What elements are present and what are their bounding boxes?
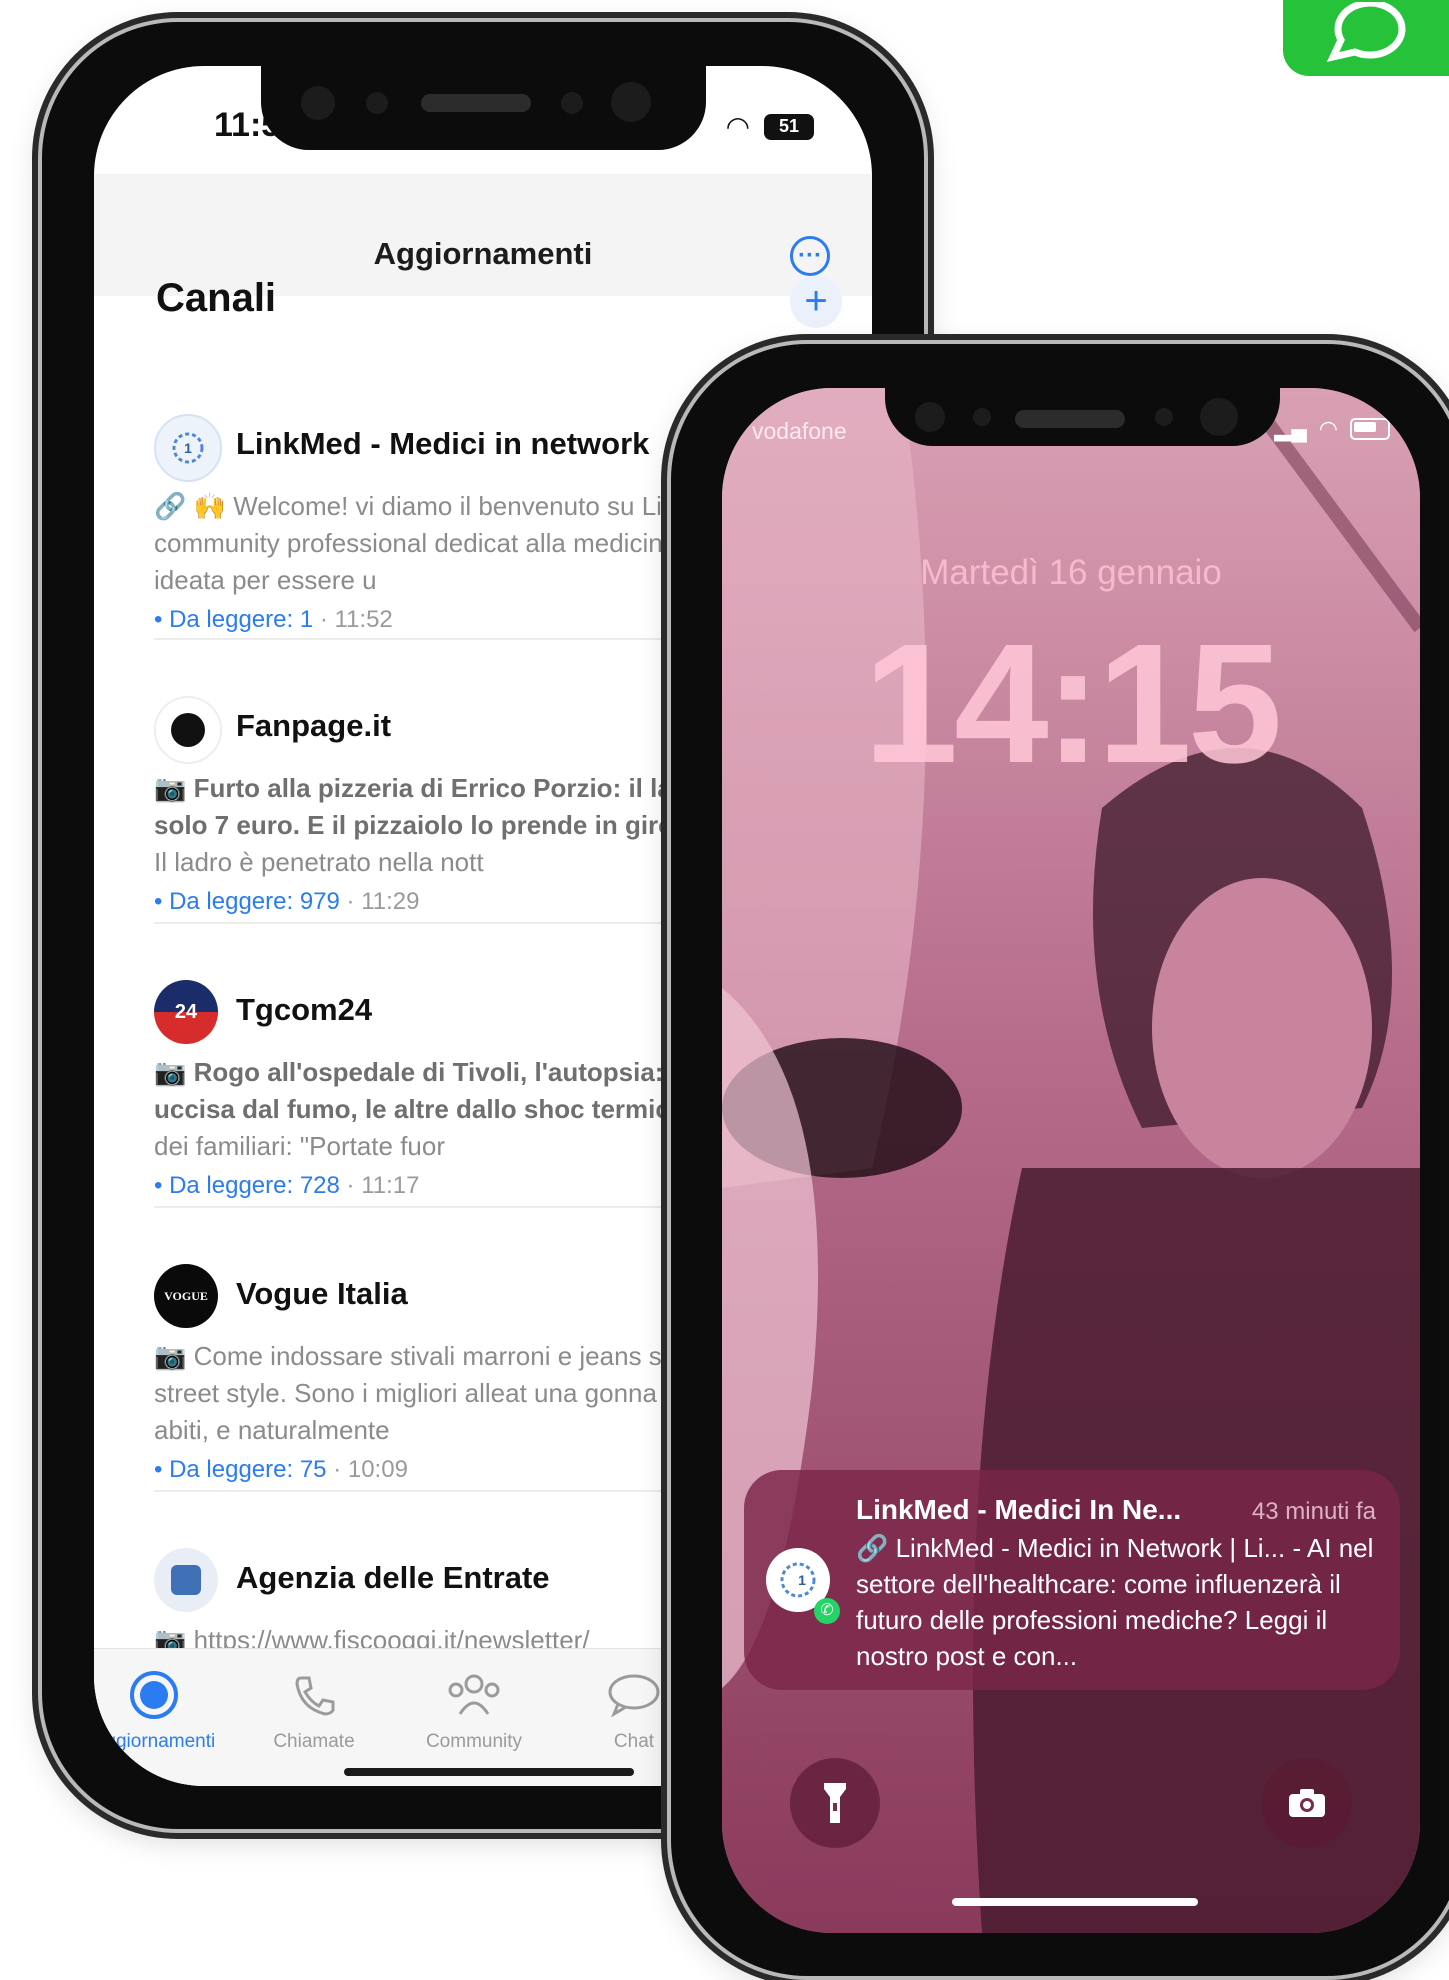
channel-time: 10:09 <box>347 1456 408 1483</box>
channel-time: 11:29 <box>361 888 420 915</box>
channel-time: 11:17 <box>361 1172 420 1199</box>
phone-icon <box>234 1669 394 1721</box>
page-title: Aggiornamenti <box>373 236 593 271</box>
flashlight-icon <box>824 1783 846 1823</box>
whatsapp-badge-icon: ✆ <box>814 1598 840 1624</box>
tab-community[interactable]: Community <box>394 1669 554 1753</box>
channels-section-title: Canali <box>156 276 277 320</box>
unread-count: Da leggere: 979 <box>169 888 340 915</box>
svg-text:1: 1 <box>184 440 192 456</box>
channel-meta: • Da leggere: 728 · 11:17 <box>154 1172 420 1199</box>
updates-icon <box>94 1669 234 1721</box>
channel-name: Fanpage.it <box>236 708 392 743</box>
add-channel-button[interactable]: + <box>790 276 842 328</box>
carrier-label: vodafone <box>752 418 847 444</box>
battery-icon: 51 <box>764 113 814 140</box>
camera-icon <box>1289 1789 1325 1817</box>
channel-meta: • Da leggere: 1 · 11:52 <box>154 606 393 633</box>
phone-lock-screen: vodafone ▂▄ ◠ Martedì 16 gennaio 14:15 1… <box>667 340 1449 1980</box>
wifi-icon: ◠ <box>1318 416 1338 441</box>
home-indicator[interactable] <box>952 1898 1198 1906</box>
lock-screen: vodafone ▂▄ ◠ Martedì 16 gennaio 14:15 1… <box>722 388 1420 1933</box>
more-options-button[interactable]: ··· <box>790 236 830 276</box>
signal-icon: ▂▄ <box>1274 416 1307 441</box>
fanpage-avatar <box>154 696 222 764</box>
unread-count: Da leggere: 728 <box>169 1172 340 1199</box>
whatsapp-bubble-icon <box>1326 2 1406 62</box>
vogue-avatar: VOGUE <box>154 1264 218 1328</box>
camera-button[interactable] <box>1262 1758 1352 1848</box>
notification-title: LinkMed - Medici In Ne... <box>856 1494 1182 1525</box>
whatsapp-notification[interactable]: 1 ✆ LinkMed - Medici In Ne... 43 minuti … <box>744 1470 1400 1690</box>
channel-name: LinkMed - Medici in network <box>236 426 650 461</box>
community-icon <box>394 1669 554 1721</box>
unread-count: Da leggere: 1 <box>169 606 314 633</box>
whatsapp-logo-icon <box>1283 0 1449 76</box>
wifi-icon: ◠ <box>725 111 750 142</box>
channel-name: Agenzia delle Entrate <box>236 1560 550 1595</box>
tab-aggiornamenti[interactable]: Aggiornamenti <box>94 1669 234 1753</box>
battery-icon <box>1350 418 1390 440</box>
unread-count: Da leggere: 75 <box>169 1456 327 1483</box>
notch <box>885 388 1280 446</box>
channel-meta: • Da leggere: 979 · 11:29 <box>154 888 420 915</box>
tgcom24-avatar: 24 <box>154 980 218 1044</box>
notification-time: 43 minuti fa <box>1251 1498 1376 1525</box>
lock-date: Martedì 16 gennaio <box>920 553 1222 592</box>
status-icons: ▂▄ ◠ <box>1274 416 1390 442</box>
flashlight-button[interactable] <box>790 1758 880 1848</box>
home-indicator[interactable] <box>344 1768 634 1776</box>
channel-time: 11:52 <box>334 606 393 633</box>
status-icons: ◠ 51 <box>726 110 814 143</box>
tab-chiamate[interactable]: Chiamate <box>234 1669 394 1753</box>
linkmed-avatar: 1 <box>154 414 222 482</box>
channel-meta: • Da leggere: 75 · 10:09 <box>154 1456 408 1483</box>
svg-text:1: 1 <box>798 1572 806 1588</box>
lock-time: 14:15 <box>863 609 1283 799</box>
notification-body: 🔗 LinkMed - Medici in Network | Li... - … <box>856 1533 1374 1671</box>
channel-name: Vogue Italia <box>236 1276 408 1311</box>
agenzia-entrate-avatar <box>154 1548 218 1612</box>
notch <box>261 66 706 150</box>
channel-name: Tgcom24 <box>236 992 373 1027</box>
